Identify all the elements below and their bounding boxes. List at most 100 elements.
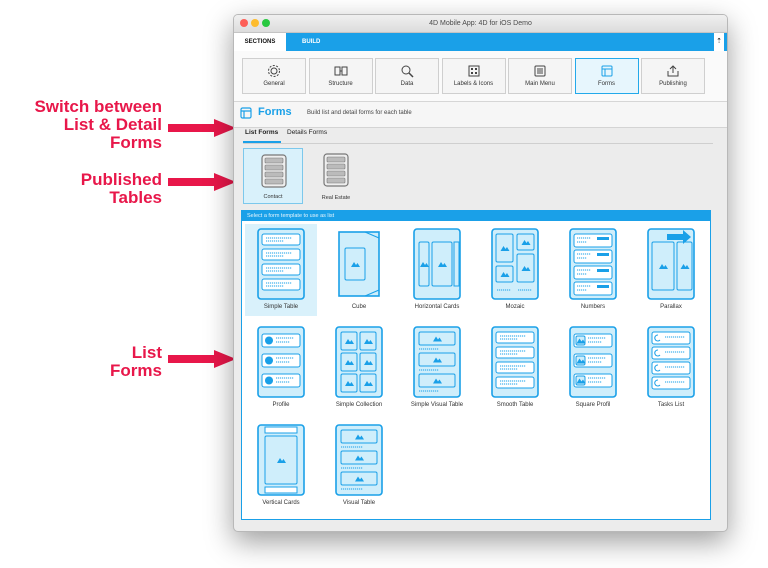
form-thumbnail-icon — [257, 326, 305, 398]
app-window: 4D Mobile App: 4D for iOS Demo SECTIONS … — [233, 14, 728, 532]
form-template-label: Parallax — [660, 304, 682, 310]
forms-header: Forms Build list and detail forms for ea… — [234, 102, 727, 128]
form-template-label: Simple Table — [263, 304, 299, 310]
form-thumbnail-icon — [491, 228, 539, 300]
form-template-label: Square Profil — [575, 402, 611, 408]
form-template-square-profil[interactable]: Square Profil — [557, 322, 629, 414]
form-thumbnail-icon — [647, 326, 695, 398]
gear-icon — [268, 65, 280, 77]
section-toolbar: General Structure Data Labels & Icons Main M… — [234, 51, 727, 102]
labels-icon — [468, 65, 479, 77]
forms-icon — [601, 65, 612, 77]
form-template-simple-visual-table[interactable]: Simple Visual Table — [401, 322, 473, 414]
form-template-label: Mozaic — [505, 304, 525, 310]
table-card-contact[interactable]: Contact — [243, 148, 303, 204]
structure-icon — [334, 66, 347, 76]
section-label: Structure — [328, 81, 353, 87]
table-icon — [323, 153, 349, 187]
form-template-vertical-cards[interactable]: Vertical Cards — [245, 420, 317, 512]
annotation-line: Forms — [110, 133, 162, 152]
minimize-window-button[interactable] — [251, 19, 259, 27]
form-thumbnail-icon — [647, 228, 695, 300]
form-thumbnail-icon — [257, 424, 305, 496]
table-icon — [261, 154, 287, 188]
form-template-label: Profile — [272, 402, 290, 408]
title-bar: 4D Mobile App: 4D for iOS Demo — [234, 15, 727, 33]
main-tab-bar: SECTIONS BUILD ⇡ — [234, 33, 727, 51]
form-template-smooth-table[interactable]: Smooth Table — [479, 322, 551, 414]
annotation-line: Switch between — [34, 97, 162, 116]
form-thumbnail-icon — [338, 231, 380, 297]
form-template-tasks-list[interactable]: Tasks List — [635, 322, 707, 414]
form-template-panel: Select a form template to use as list Si… — [241, 210, 711, 520]
form-template-label: Smooth Table — [496, 402, 534, 408]
form-template-label: Numbers — [580, 304, 606, 310]
section-label: Forms — [598, 81, 615, 87]
annotation-arrow — [168, 173, 236, 191]
form-template-parallax[interactable]: Parallax — [635, 224, 707, 316]
form-template-label: Simple Collection — [335, 402, 383, 408]
annotation-arrow — [168, 350, 236, 368]
annotation-published-tables: Published Tables — [18, 171, 162, 207]
zoom-window-button[interactable] — [262, 19, 270, 27]
form-template-horizontal-cards[interactable]: Horizontal Cards — [401, 224, 473, 316]
menu-icon — [534, 65, 546, 77]
form-thumbnail-icon — [335, 424, 383, 496]
table-label: Real Estate — [321, 195, 351, 201]
table-label: Contact — [263, 194, 283, 200]
tab-list-forms[interactable]: List Forms — [245, 129, 278, 136]
form-template-simple-collection[interactable]: Simple Collection — [323, 322, 395, 414]
close-window-button[interactable] — [240, 19, 248, 27]
section-button-main-menu[interactable]: Main Menu — [508, 58, 572, 94]
form-thumbnail-icon — [569, 228, 617, 300]
section-label: Labels & Icons — [453, 81, 494, 87]
form-template-label: Tasks List — [657, 402, 685, 408]
tab-build[interactable]: BUILD — [302, 33, 320, 51]
annotation-list-forms: List Forms — [18, 344, 162, 380]
annotation-line: Forms — [110, 361, 162, 380]
section-button-publishing[interactable]: Publishing — [641, 58, 705, 94]
section-button-labels-icons[interactable]: Labels & Icons — [441, 58, 506, 94]
panel-header: Select a form template to use as list — [242, 211, 710, 221]
form-template-simple-table[interactable]: Simple Table — [245, 224, 317, 316]
form-template-mozaic[interactable]: Mozaic — [479, 224, 551, 316]
form-thumbnail-icon — [257, 228, 305, 300]
form-template-label: Vertical Cards — [262, 500, 300, 506]
form-template-numbers[interactable]: Numbers — [557, 224, 629, 316]
section-button-data[interactable]: Data — [375, 58, 439, 94]
section-label: Data — [400, 81, 414, 87]
form-thumbnail-icon — [335, 326, 383, 398]
form-thumbnail-icon — [569, 326, 617, 398]
section-button-forms[interactable]: Forms — [574, 58, 639, 94]
form-thumbnail-icon — [491, 326, 539, 398]
section-label: Publishing — [659, 81, 687, 87]
page-title: Forms — [258, 106, 292, 118]
form-template-label: Horizontal Cards — [414, 304, 460, 310]
form-template-label: Visual Table — [342, 500, 376, 506]
share-icon[interactable]: ⇡ — [714, 33, 724, 51]
section-button-general[interactable]: General — [242, 58, 306, 94]
annotation-line: Published — [80, 170, 162, 189]
forms-icon — [240, 107, 252, 119]
window-title: 4D Mobile App: 4D for iOS Demo — [429, 20, 532, 27]
divider — [243, 143, 713, 144]
data-icon — [401, 65, 414, 78]
annotation-line: List — [131, 343, 162, 362]
form-template-cube[interactable]: Cube — [323, 224, 395, 316]
annotation-line: List & Detail — [63, 115, 162, 134]
annotation-switch-forms: Switch between List & Detail Forms — [18, 98, 162, 152]
section-label: General — [263, 81, 285, 87]
tab-details-forms[interactable]: Details Forms — [287, 129, 327, 136]
tab-sections[interactable]: SECTIONS — [234, 33, 286, 51]
section-button-structure[interactable]: Structure — [308, 58, 373, 94]
section-label: Main Menu — [525, 81, 555, 87]
page-description: Build list and detail forms for each tab… — [307, 110, 412, 116]
annotation-arrow — [168, 119, 236, 137]
table-card-real-estate[interactable]: Real Estate — [306, 148, 366, 204]
form-template-visual-table[interactable]: Visual Table — [323, 420, 395, 512]
form-template-label: Cube — [351, 304, 367, 310]
form-thumbnail-icon — [413, 326, 461, 398]
form-template-profile[interactable]: Profile — [245, 322, 317, 414]
form-template-label: Simple Visual Table — [410, 402, 464, 408]
publishing-icon — [667, 65, 679, 77]
